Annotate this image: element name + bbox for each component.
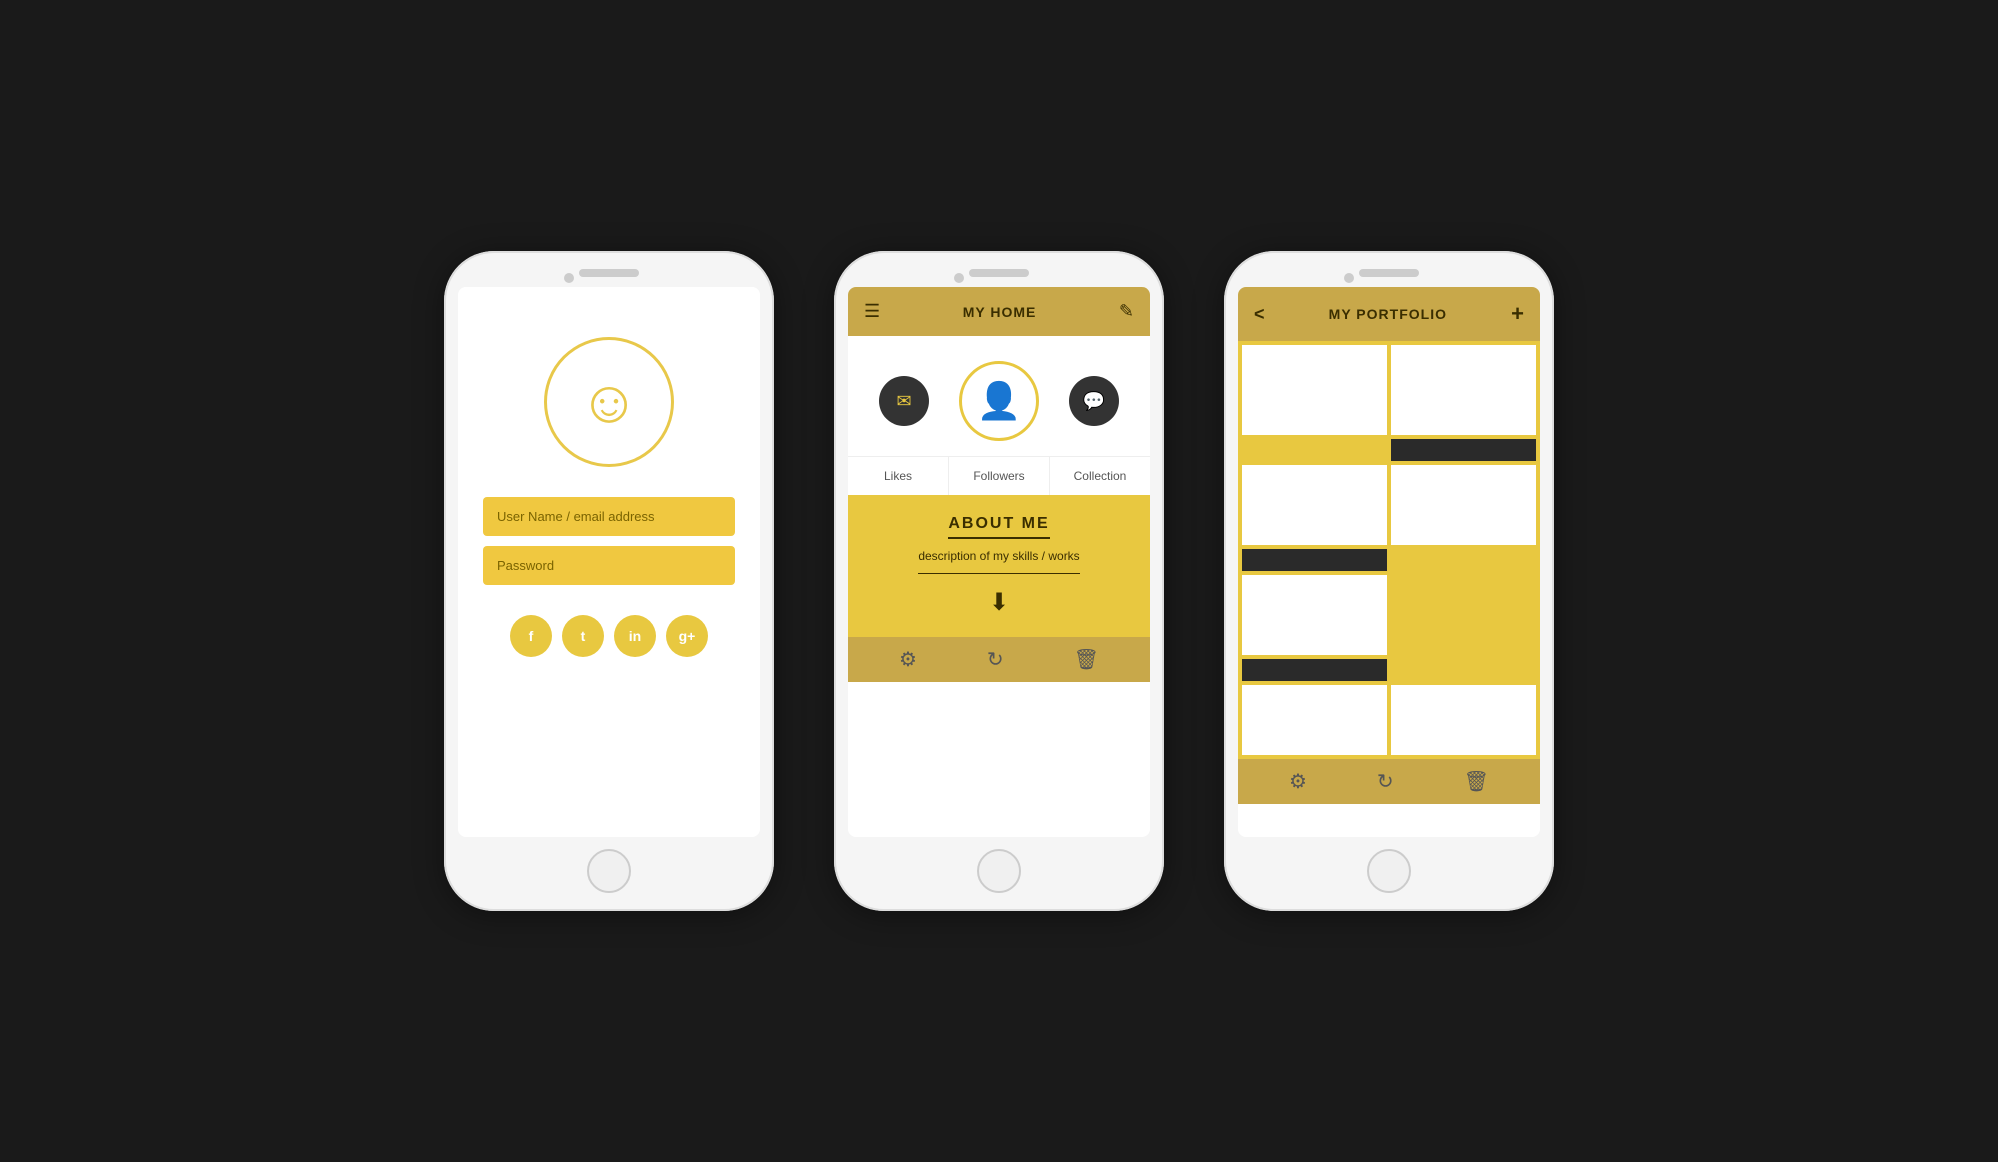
portfolio-spacer-3 <box>1391 575 1536 681</box>
googleplus-button[interactable]: g+ <box>666 615 708 657</box>
user-avatar-icon: ☺ <box>578 372 639 432</box>
home-title: MY HOME <box>963 304 1037 320</box>
portfolio-footer: ⚙ ↻ 🗑 <box>1238 759 1540 804</box>
portfolio-image-3[interactable] <box>1242 465 1387 545</box>
trash-icon[interactable]: 🗑 <box>1074 647 1099 672</box>
phone-portfolio: < MY PORTFOLIO + <box>1224 251 1554 911</box>
home-button[interactable] <box>587 849 631 893</box>
refresh-icon[interactable]: ↻ <box>987 647 1004 672</box>
home-button-3[interactable] <box>1367 849 1411 893</box>
about-me-desc: description of my skills / works <box>918 549 1079 574</box>
portfolio-label-2 <box>1242 549 1387 571</box>
portfolio-spacer-1 <box>1242 439 1387 461</box>
menu-icon[interactable]: ☰ <box>864 301 880 322</box>
message-button[interactable]: ✉ <box>879 376 929 426</box>
phone-camera-2 <box>954 273 964 283</box>
avatar-circle: ☺ <box>544 337 674 467</box>
password-input[interactable] <box>483 546 735 585</box>
tab-collection[interactable]: Collection <box>1050 457 1150 495</box>
facebook-button[interactable]: f <box>510 615 552 657</box>
portfolio-label-1 <box>1391 439 1536 461</box>
settings-icon[interactable]: ⚙ <box>899 647 917 672</box>
chat-button[interactable]: 💬 <box>1069 376 1119 426</box>
portfolio-image-5[interactable] <box>1242 575 1387 655</box>
phones-container: ☺ f t in g+ ☰ MY HOME ✎ <box>444 251 1554 911</box>
phone-camera-3 <box>1344 273 1354 283</box>
about-me-title: ABOUT ME <box>948 515 1049 539</box>
back-icon[interactable]: < <box>1254 304 1265 325</box>
tab-likes[interactable]: Likes <box>848 457 949 495</box>
tab-followers[interactable]: Followers <box>949 457 1050 495</box>
portfolio-spacer-2 <box>1391 549 1536 571</box>
social-login-buttons: f t in g+ <box>510 615 708 657</box>
portfolio-screen: < MY PORTFOLIO + <box>1238 287 1540 837</box>
portfolio-image-6[interactable] <box>1242 685 1387 755</box>
phone-camera <box>564 273 574 283</box>
portfolio-label-3 <box>1242 659 1387 681</box>
portfolio-refresh-icon[interactable]: ↻ <box>1377 769 1394 794</box>
phone-speaker-2 <box>969 269 1029 277</box>
login-screen: ☺ f t in g+ <box>458 287 760 837</box>
portfolio-header: < MY PORTFOLIO + <box>1238 287 1540 341</box>
profile-user-icon: 👤 <box>977 380 1022 422</box>
portfolio-grid <box>1238 341 1540 759</box>
portfolio-title: MY PORTFOLIO <box>1329 306 1447 322</box>
phone-speaker <box>579 269 639 277</box>
profile-area: ✉ 👤 💬 <box>848 336 1150 456</box>
add-icon[interactable]: + <box>1511 301 1524 327</box>
scroll-down-icon[interactable]: ⬇ <box>989 588 1009 617</box>
home-screen: ☰ MY HOME ✎ ✉ 👤 💬 Likes <box>848 287 1150 837</box>
profile-tabs: Likes Followers Collection <box>848 456 1150 495</box>
home-content-area: ABOUT ME description of my skills / work… <box>848 495 1150 637</box>
portfolio-image-1[interactable] <box>1242 345 1387 435</box>
twitter-button[interactable]: t <box>562 615 604 657</box>
edit-icon[interactable]: ✎ <box>1119 301 1134 322</box>
portfolio-image-2[interactable] <box>1391 345 1536 435</box>
envelope-icon: ✉ <box>896 391 911 412</box>
home-header: ☰ MY HOME ✎ <box>848 287 1150 336</box>
profile-avatar[interactable]: 👤 <box>959 361 1039 441</box>
portfolio-trash-icon[interactable]: 🗑 <box>1464 769 1489 794</box>
username-input[interactable] <box>483 497 735 536</box>
portfolio-image-4[interactable] <box>1391 465 1536 545</box>
portfolio-image-7[interactable] <box>1391 685 1536 755</box>
home-footer: ⚙ ↻ 🗑 <box>848 637 1150 682</box>
linkedin-button[interactable]: in <box>614 615 656 657</box>
home-button-2[interactable] <box>977 849 1021 893</box>
phone-speaker-3 <box>1359 269 1419 277</box>
phone-login: ☺ f t in g+ <box>444 251 774 911</box>
phone-home: ☰ MY HOME ✎ ✉ 👤 💬 Likes <box>834 251 1164 911</box>
chat-icon: 💬 <box>1083 391 1105 412</box>
portfolio-settings-icon[interactable]: ⚙ <box>1289 769 1307 794</box>
